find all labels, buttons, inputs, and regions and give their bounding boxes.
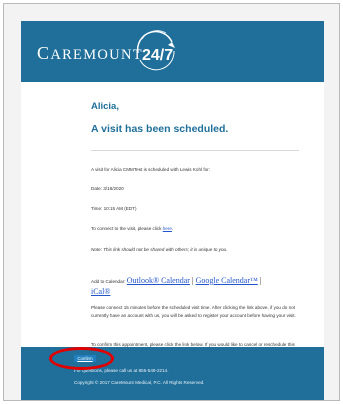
greeting: Alicia, [91,101,119,112]
connect-suffix: . [171,226,174,231]
red-annotation-circle [49,347,114,370]
divider [91,150,299,151]
connect-text: To connect to the visit, please click he… [91,225,303,233]
email-body: CAREMOUNT 24/7 Alicia, A visit has been … [21,21,324,400]
note-text: Note: This link should not be shared wit… [91,247,228,252]
ical-link[interactable]: iCal® [91,287,110,296]
connect-prefix: To connect to the visit, please click [91,226,163,231]
connect-early-text: Please connect 15 minutes before the sch… [91,305,296,318]
calendar-label: Add to Calendar: [91,279,127,284]
here-link[interactable]: here [163,226,172,231]
visit-for-text: A visit for Alicia CMMTest is scheduled … [91,167,210,172]
email-frame: CAREMOUNT 24/7 Alicia, A visit has been … [3,3,340,401]
calendar-links: Add to Calendar: Outlook® Calendar | Goo… [91,276,303,298]
brand-247-badge: 24/7 [136,30,175,71]
headline: A visit has been scheduled. [91,123,229,135]
badge-text: 24/7 [142,47,173,64]
footer-copyright: Copyright © 2017 CareMount Medical, P.C.… [74,380,205,385]
footer-questions: For questions, please call us at 855-549… [74,368,169,373]
visit-time: Time: 10:15 AM (EDT) [91,206,137,211]
email-header: CAREMOUNT 24/7 [21,21,324,82]
google-calendar-link[interactable]: Google Calendar™ [196,276,258,285]
brand-logo-text: CAREMOUNT [37,43,143,63]
outlook-calendar-link[interactable]: Outlook® Calendar [127,276,190,285]
visit-date: Date: 3/18/2020 [91,186,124,191]
calendar-separator-2: | [257,276,262,285]
